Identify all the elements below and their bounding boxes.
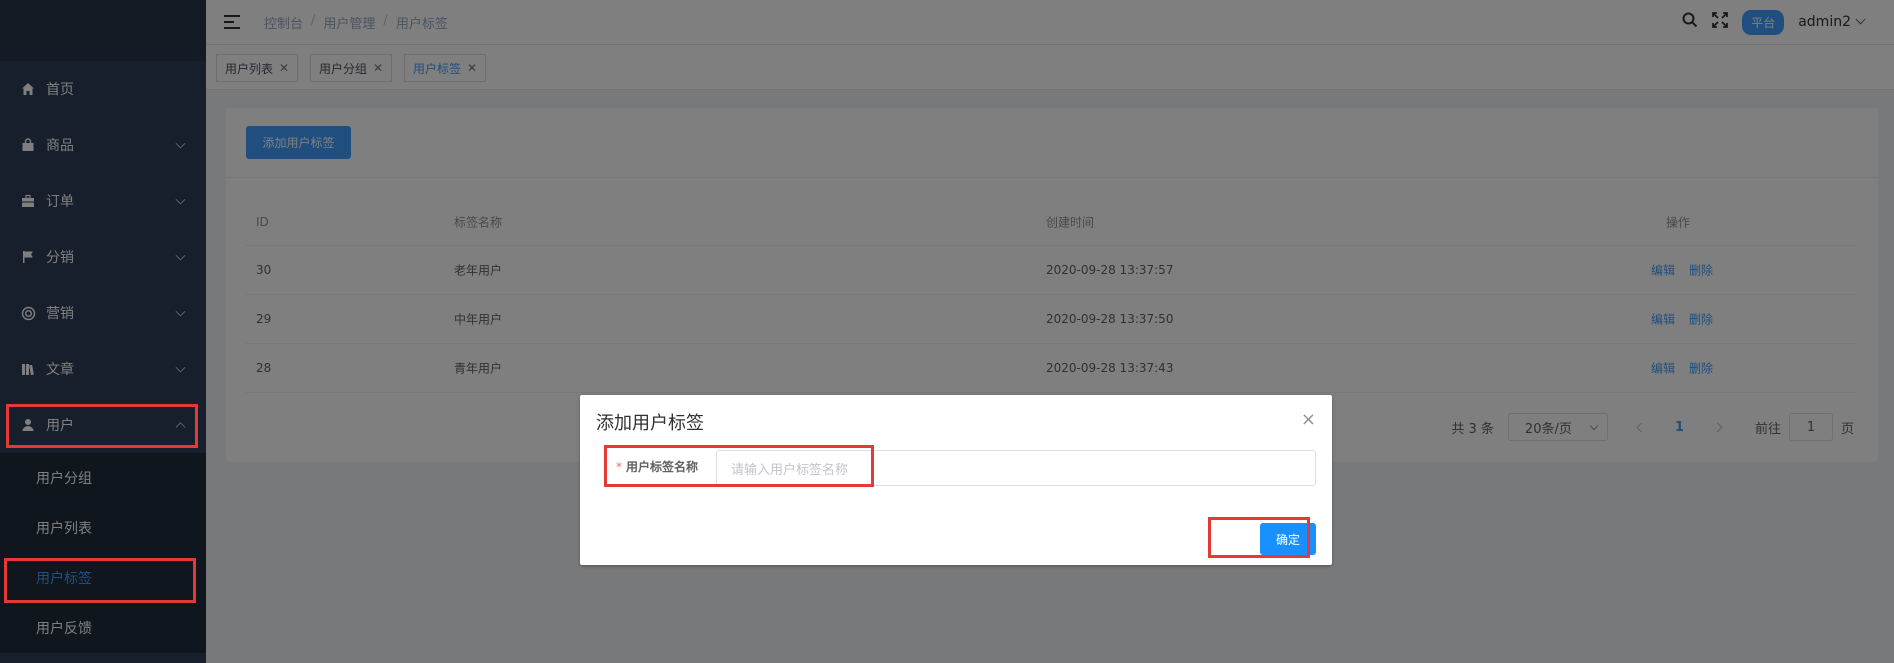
tag-name-input[interactable]: 请输入用户标签名称	[716, 450, 1316, 486]
confirm-button[interactable]: 确定	[1260, 523, 1316, 555]
close-icon[interactable]: ×	[1301, 409, 1316, 430]
dialog-title: 添加用户标签	[596, 413, 704, 434]
required-mark: *	[616, 460, 622, 474]
add-tag-dialog: 添加用户标签 × * 用户标签名称 请输入用户标签名称 确定	[580, 395, 1332, 565]
tag-name-label: * 用户标签名称	[616, 458, 698, 475]
tag-name-label-text: 用户标签名称	[626, 460, 699, 474]
